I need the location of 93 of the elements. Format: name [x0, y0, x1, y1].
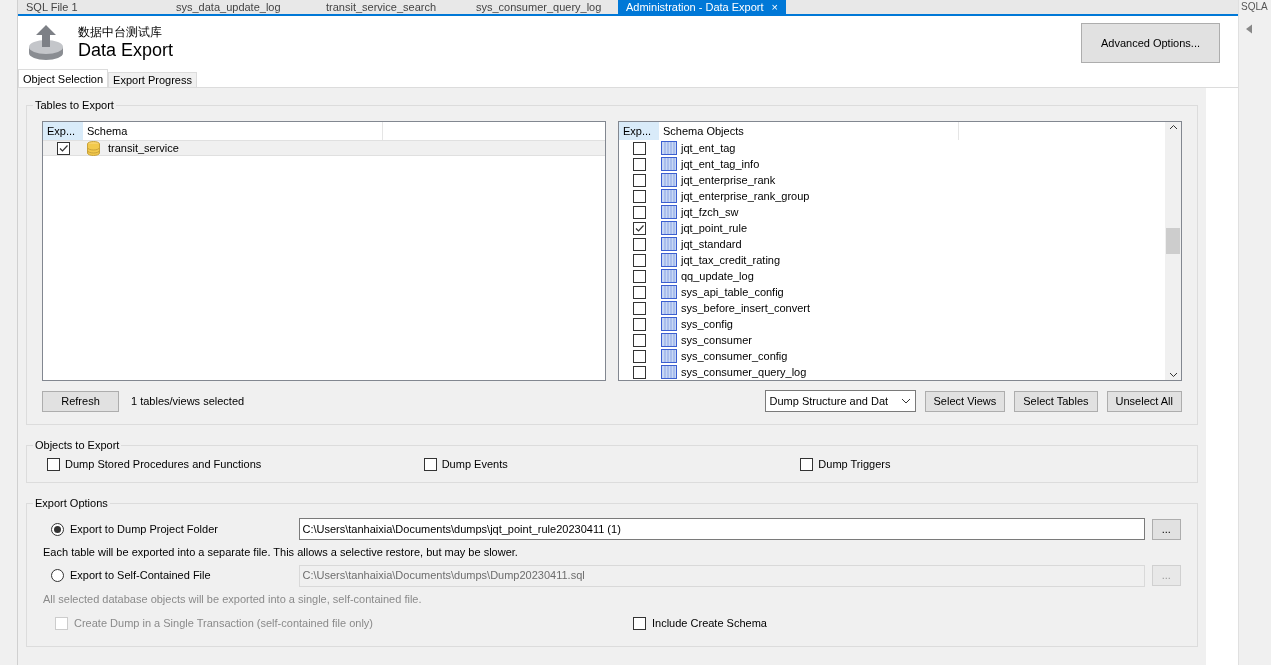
checkbox[interactable]	[632, 221, 646, 235]
chevron-down-icon[interactable]	[1168, 372, 1178, 378]
checkbox[interactable]	[800, 457, 814, 471]
table-name[interactable]: jqt_ent_tag_info	[679, 155, 760, 173]
checkbox[interactable]	[632, 349, 646, 363]
table-name[interactable]: sys_api_table_config	[679, 283, 784, 301]
table-icon	[661, 237, 677, 251]
table-name[interactable]: qq_update_log	[679, 267, 754, 285]
chevron-up-icon[interactable]	[1168, 124, 1178, 130]
chevron-down-icon	[900, 398, 911, 404]
dump-mode-dropdown[interactable]: Dump Structure and Dat	[764, 390, 916, 412]
table-name[interactable]: sys_consumer	[679, 331, 752, 349]
list-action-button[interactable]: Select Tables	[1014, 390, 1098, 412]
close-icon[interactable]: ×	[771, 0, 778, 14]
table-name[interactable]: sys_config	[679, 315, 733, 333]
table-name[interactable]: jqt_standard	[679, 235, 742, 253]
checkbox[interactable]	[632, 157, 646, 171]
table-name[interactable]: jqt_ent_tag	[679, 139, 736, 157]
checkbox[interactable]	[632, 285, 646, 299]
checkbox[interactable]	[632, 141, 646, 155]
checkbox[interactable]	[632, 317, 646, 331]
checkbox[interactable]	[632, 333, 646, 347]
table-icon	[661, 317, 677, 331]
triangle-left-icon[interactable]	[1245, 24, 1253, 34]
table-icon	[661, 189, 677, 203]
option-description: All selected database objects will be exported into a single, self-contained file.	[43, 591, 423, 607]
checkbox[interactable]	[632, 301, 646, 315]
option-label: Dump Events	[441, 456, 508, 472]
option-label: Dump Stored Procedures and Functions	[65, 456, 262, 472]
table-name[interactable]: jqt_point_rule	[679, 219, 748, 237]
table-icon	[661, 221, 677, 235]
checkbox[interactable]	[632, 189, 646, 203]
checkbox[interactable]	[632, 205, 646, 219]
checkbox[interactable]	[632, 253, 646, 267]
database-icon	[87, 140, 100, 156]
schema-name: transit_service	[107, 140, 179, 156]
table-icon	[661, 205, 677, 219]
table-icon	[661, 141, 677, 155]
tab[interactable]: Export Progress	[108, 72, 197, 87]
connection-name: 数据中台测试库	[78, 25, 163, 39]
table-icon	[661, 157, 677, 171]
export-icon	[26, 23, 66, 63]
list-action-button[interactable]: Select Views	[924, 390, 1006, 412]
document-tab[interactable]: sys_consumer_query_log	[468, 0, 618, 14]
option-label: Include Create Schema	[652, 616, 767, 631]
tab[interactable]: Object Selection	[18, 69, 109, 87]
schema-row[interactable]: transit_service	[43, 140, 605, 156]
table-name[interactable]: sys_consumer_config	[679, 347, 788, 365]
radio-label: Export to Self-Contained File	[70, 568, 211, 584]
column-header[interactable]: Exp...	[619, 122, 659, 140]
document-tab[interactable]: SQL File 1	[18, 0, 168, 14]
advanced-options-button[interactable]: Advanced Options...	[1081, 23, 1220, 63]
checkbox[interactable]	[633, 616, 646, 630]
checkbox[interactable]	[632, 173, 646, 187]
panel-title: SQLA	[1240, 0, 1269, 14]
table-icon	[661, 333, 677, 347]
list-action-button[interactable]: Unselect All	[1106, 390, 1182, 412]
table-icon	[661, 253, 677, 267]
option-description: Each table will be exported into a separate file. This allows a selective restore, but may be slower.	[43, 545, 519, 560]
table-icon	[661, 173, 677, 187]
table-icon	[661, 349, 677, 363]
option-label: Dump Triggers	[818, 456, 891, 472]
table-name[interactable]: jqt_tax_credit_rating	[679, 251, 781, 269]
table-name[interactable]: jqt_enterprise_rank_group	[679, 187, 810, 205]
table-name[interactable]: jqt_enterprise_rank	[679, 171, 776, 189]
document-tab[interactable]: Administration - Data Export ×	[618, 0, 786, 14]
option-label: Create Dump in a Single Transaction (self-contained file only)	[74, 616, 373, 631]
checkbox[interactable]	[632, 269, 646, 283]
radio-label: Export to Dump Project Folder	[70, 521, 218, 537]
page-title: Data Export	[78, 39, 174, 61]
checkbox[interactable]	[47, 457, 60, 471]
refresh-button[interactable]: Refresh	[42, 390, 119, 412]
table-name[interactable]: sys_before_insert_convert	[679, 299, 810, 317]
table-icon	[661, 269, 677, 283]
checkbox[interactable]	[632, 237, 646, 251]
table-name[interactable]: sys_consumer_query_log	[679, 363, 807, 380]
browse-button[interactable]: ...	[1151, 518, 1181, 540]
path-field[interactable]: C:\Users\tanhaixia\Documents\dumps\jqt_point_rule20230411 (1)	[299, 518, 1145, 540]
document-tab[interactable]: sys_data_update_log	[168, 0, 318, 14]
checkbox[interactable]	[56, 141, 70, 155]
checkbox[interactable]	[632, 365, 646, 379]
column-header[interactable]: Exp...	[43, 122, 83, 140]
checkbox[interactable]	[423, 457, 437, 471]
selection-count: 1 tables/views selected	[131, 393, 245, 409]
radio-button[interactable]	[51, 522, 64, 536]
document-tab[interactable]: transit_service_search	[318, 0, 468, 14]
table-icon	[661, 365, 677, 379]
scrollbar[interactable]	[1165, 122, 1181, 380]
column-header[interactable]: Schema Objects	[659, 122, 959, 140]
table-icon	[661, 285, 677, 299]
table-icon	[661, 301, 677, 315]
scrollbar-thumb[interactable]	[1166, 228, 1180, 254]
table-name[interactable]: jqt_fzch_sw	[679, 203, 739, 221]
